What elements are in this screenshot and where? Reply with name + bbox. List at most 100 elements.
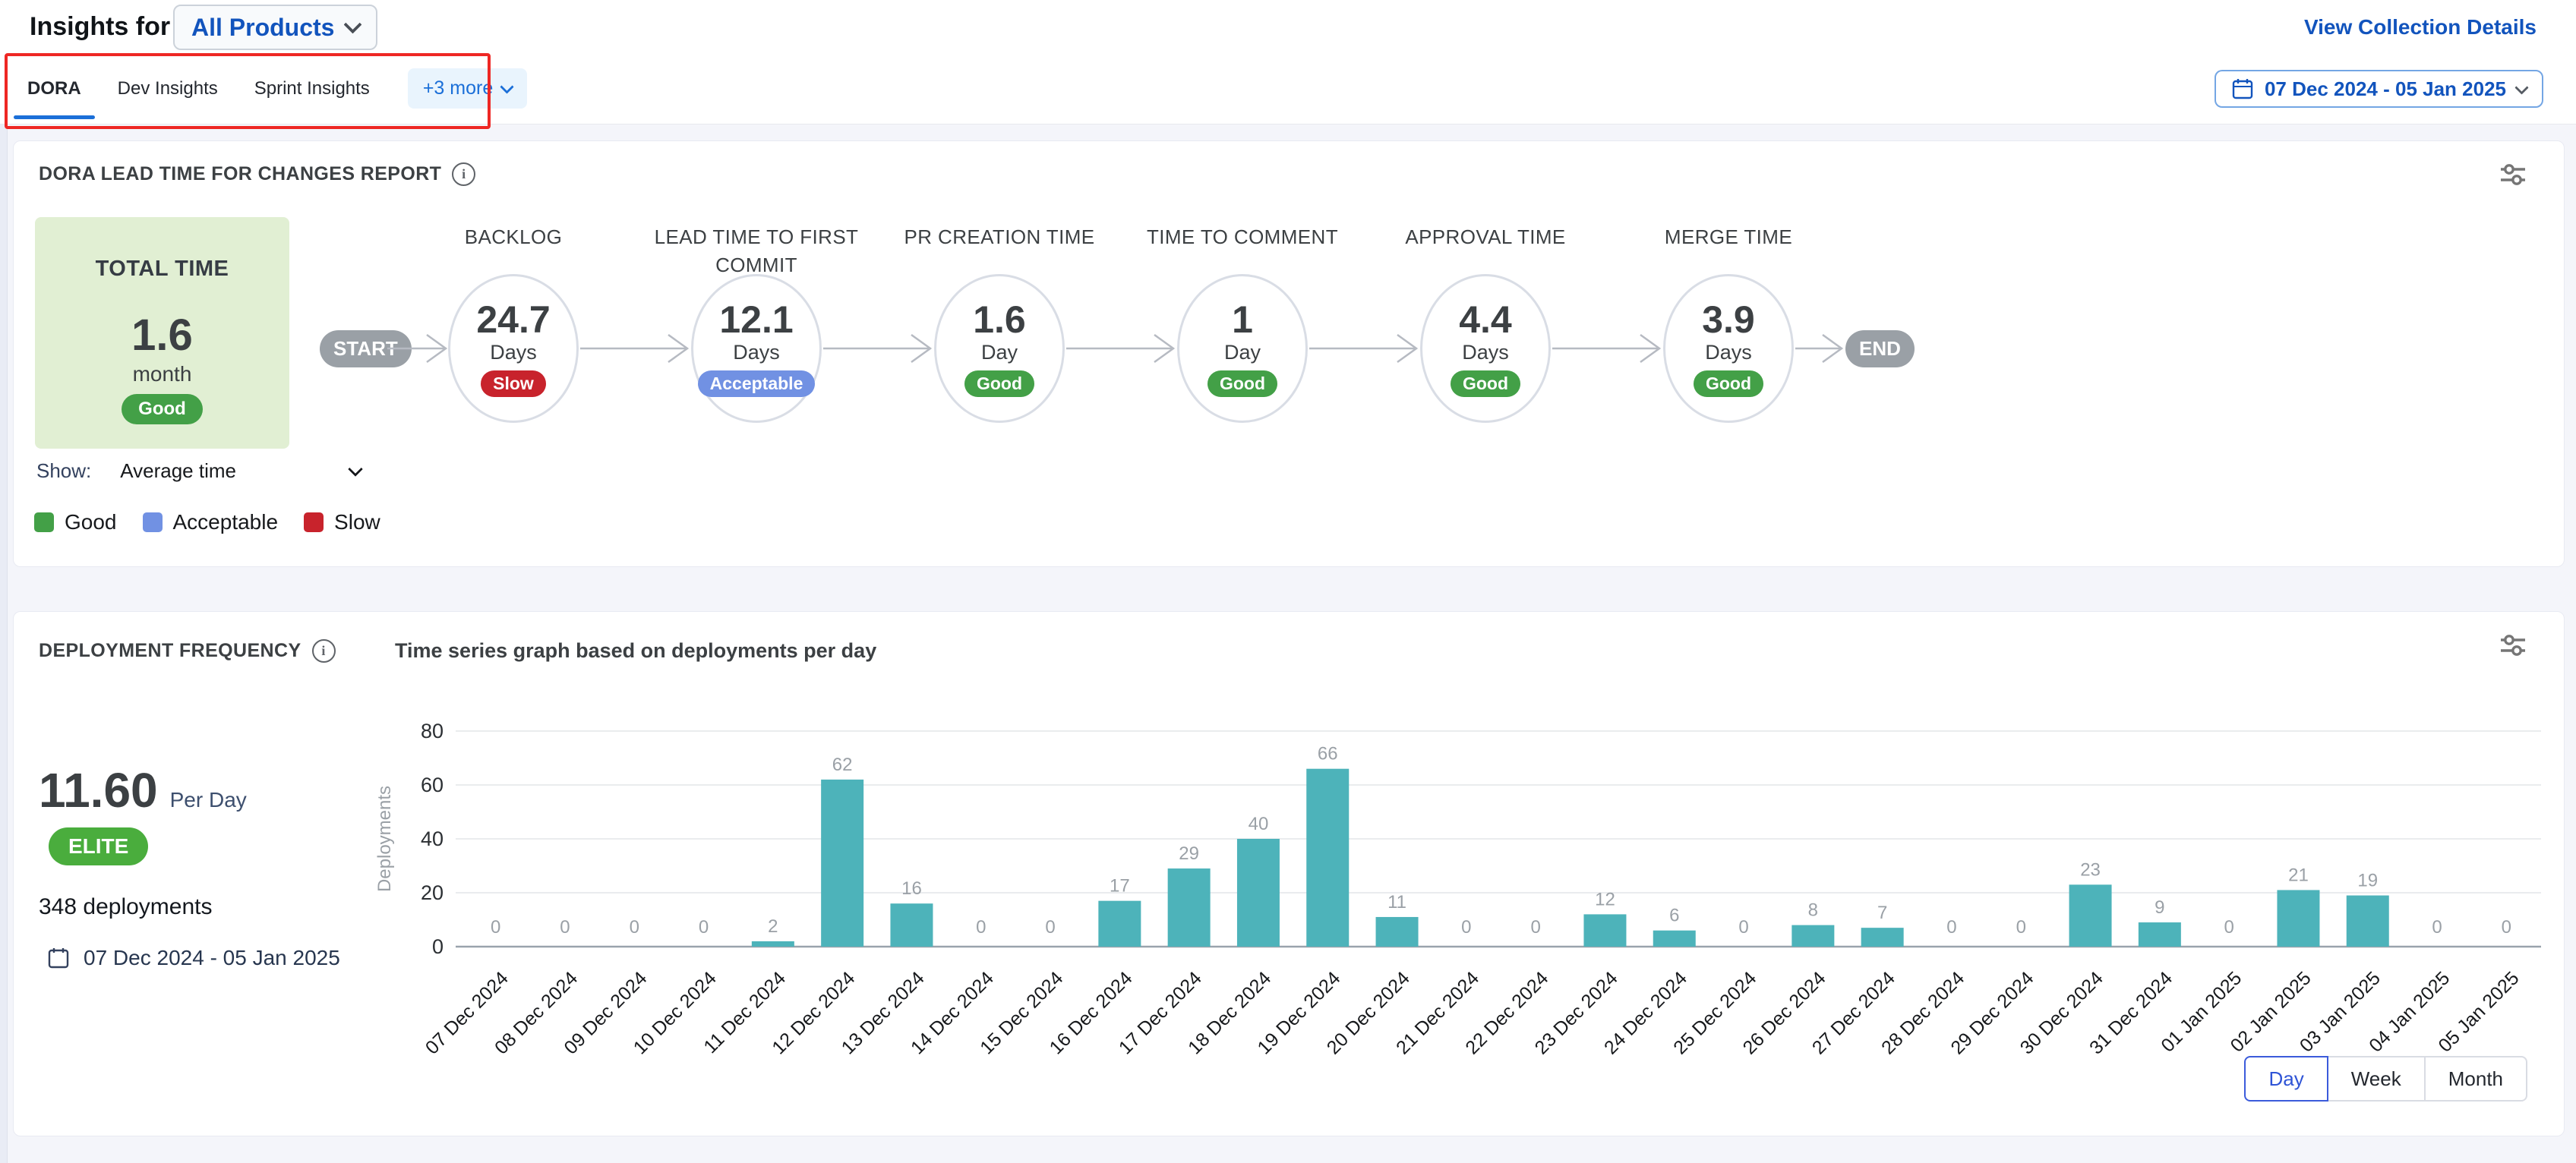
stage-status-badge: Acceptable [698, 370, 816, 397]
product-selector-dropdown[interactable]: All Products [173, 5, 377, 50]
bar-value-label: 0 [1530, 917, 1540, 938]
stage-node-5: 4.4Days Good [1420, 274, 1551, 423]
page-title: Insights for [30, 12, 170, 42]
bar-value-label: 11 [1387, 892, 1406, 912]
bar-23 Dec 2024[interactable] [1583, 914, 1626, 947]
bar-30 Dec 2024[interactable] [2069, 884, 2112, 947]
stage-status-badge: Slow [481, 370, 546, 397]
info-icon[interactable]: i [452, 162, 475, 186]
bar-26 Dec 2024[interactable] [1792, 925, 1834, 947]
bar-20 Dec 2024[interactable] [1376, 917, 1419, 947]
show-value: Average time [120, 459, 236, 483]
bar-13 Dec 2024[interactable] [890, 903, 933, 947]
bar-11 Dec 2024[interactable] [752, 941, 794, 947]
deployment-frequency-panel: DEPLOYMENT FREQUENCY i Time series graph… [13, 611, 2565, 1136]
total-deployments: 348 deployments [39, 894, 213, 920]
total-time-unit: month [133, 362, 192, 386]
bar-value-label: 62 [832, 755, 853, 775]
bar-value-label: 0 [1045, 917, 1055, 938]
bar-value-label: 0 [491, 917, 500, 938]
info-icon[interactable]: i [312, 639, 336, 663]
y-tick-label: 60 [421, 774, 444, 796]
flow-arrow [1552, 333, 1662, 364]
stage-unit: Days [1462, 341, 1509, 364]
calendar-icon [47, 947, 70, 969]
stage-unit: Days [1705, 341, 1752, 364]
y-axis-label: Deployments [374, 786, 395, 892]
legend-swatch [34, 512, 54, 532]
chart-settings-icon[interactable] [2497, 161, 2529, 188]
date-range-value: 07 Dec 2024 - 05 Jan 2025 [2265, 77, 2506, 101]
bar-27 Dec 2024[interactable] [1861, 928, 1904, 947]
stage-label-5: APPROVAL TIME [1356, 223, 1615, 251]
flow-arrow [823, 333, 933, 364]
tab-sprint-insights[interactable]: Sprint Insights [236, 53, 388, 124]
bar-18 Dec 2024[interactable] [1237, 839, 1280, 947]
bar-value-label: 0 [1946, 917, 1956, 938]
bar-19 Dec 2024[interactable] [1306, 769, 1349, 947]
bar-value-label: 0 [2016, 917, 2026, 938]
show-metric-dropdown[interactable]: Show: Average time [36, 455, 361, 486]
deployments-bar-chart: 020406080Deployments007 Dec 2024008 Dec … [371, 711, 2558, 1127]
more-tabs-label: +3 more [423, 77, 493, 99]
bar-value-label: 17 [1110, 876, 1130, 897]
dora-insights-page: Insights for All Products View Collectio… [0, 0, 2576, 1163]
flow-arrow [1309, 333, 1419, 364]
stage-label-1: BACKLOG [384, 223, 642, 251]
bar-value-label: 21 [2288, 865, 2309, 885]
stage-value: 3.9 [1702, 300, 1755, 340]
bar-16 Dec 2024[interactable] [1098, 901, 1141, 947]
view-collection-details-link[interactable]: View Collection Details [2304, 15, 2537, 39]
legend-label: Acceptable [173, 510, 279, 534]
total-time-label: TOTAL TIME [96, 257, 229, 282]
total-time-value: 1.6 [131, 314, 193, 358]
y-tick-label: 0 [432, 935, 444, 958]
granularity-day-button[interactable]: Day [2244, 1056, 2328, 1102]
stage-label-4: TIME TO COMMENT [1113, 223, 1372, 251]
deployment-panel-title-text: DEPLOYMENT FREQUENCY [39, 640, 301, 662]
bar-31 Dec 2024[interactable] [2139, 922, 2181, 947]
total-time-status-badge: Good [122, 394, 203, 424]
stage-status-badge: Good [1694, 370, 1763, 397]
legend-swatch [143, 512, 163, 532]
bar-17 Dec 2024[interactable] [1168, 868, 1211, 947]
bar-value-label: 29 [1179, 843, 1199, 864]
tab-dora[interactable]: DORA [9, 53, 99, 124]
granularity-week-button[interactable]: Week [2328, 1056, 2426, 1102]
bar-12 Dec 2024[interactable] [821, 780, 863, 947]
y-tick-label: 80 [421, 720, 444, 742]
date-range-picker[interactable]: 07 Dec 2024 - 05 Jan 2025 [2215, 70, 2543, 108]
bar-value-label: 23 [2080, 859, 2101, 880]
bar-value-label: 0 [2502, 917, 2511, 938]
bar-03 Jan 2025[interactable] [2347, 896, 2389, 947]
total-time-card: TOTAL TIME 1.6 month Good [35, 217, 289, 449]
stage-status-badge: Good [964, 370, 1034, 397]
tab-dev-insights[interactable]: Dev Insights [99, 53, 236, 124]
bar-value-label: 0 [630, 917, 639, 938]
bar-value-label: 0 [699, 917, 709, 938]
bar-value-label: 40 [1249, 814, 1269, 834]
legend-item-good: Good [34, 510, 117, 534]
stage-label-3: PR CREATION TIME [870, 223, 1129, 251]
stage-unit: Day [981, 341, 1018, 364]
stage-value: 1 [1232, 300, 1253, 340]
bar-02 Jan 2025[interactable] [2277, 890, 2319, 947]
deployment-panel-title: DEPLOYMENT FREQUENCY i [39, 639, 336, 663]
stage-value: 4.4 [1459, 300, 1512, 340]
chart-settings-icon[interactable] [2497, 632, 2529, 659]
legend-item-slow: Slow [304, 510, 380, 534]
show-label: Show: [36, 459, 91, 483]
bar-value-label: 0 [2224, 917, 2233, 938]
flow-arrow [580, 333, 690, 364]
bar-24 Dec 2024[interactable] [1653, 931, 1696, 947]
stage-status-badge: Good [1451, 370, 1520, 397]
stage-node-1: 24.7DaysSlow [448, 274, 579, 423]
chevron-down-icon [2514, 80, 2528, 94]
granularity-month-button[interactable]: Month [2426, 1056, 2527, 1102]
more-tabs-dropdown[interactable]: +3 more [408, 68, 527, 109]
calendar-icon [2231, 77, 2254, 100]
chevron-down-icon [344, 15, 362, 33]
granularity-toggle: Day Week Month [2244, 1056, 2527, 1102]
bar-value-label: 6 [1669, 906, 1679, 926]
chevron-down-icon [500, 80, 514, 93]
